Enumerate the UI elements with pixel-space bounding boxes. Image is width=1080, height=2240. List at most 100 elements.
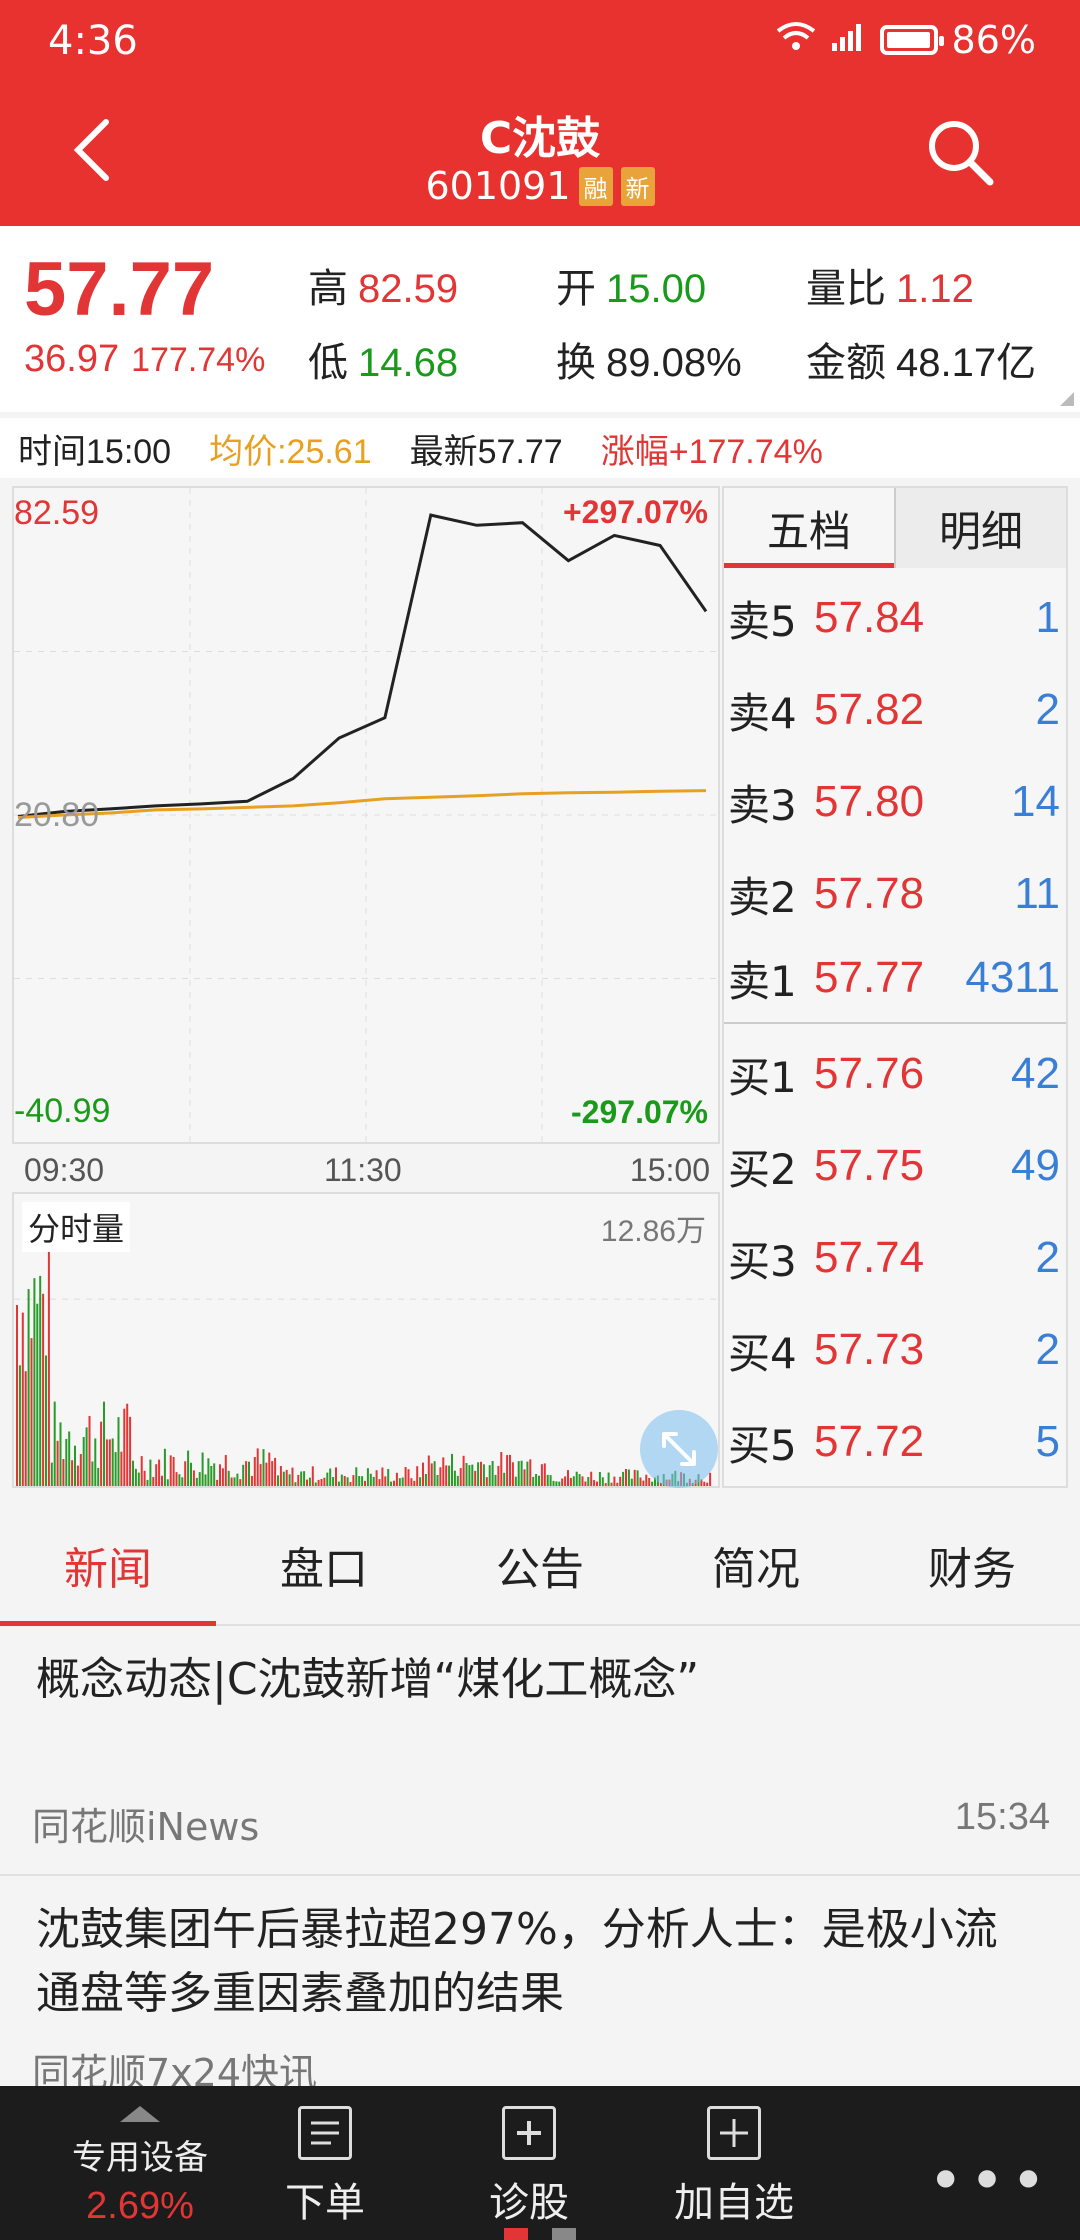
tab-handicap[interactable]: 盘口: [216, 1506, 432, 1624]
intraday-chart[interactable]: 82.59 +297.07% 20.80 -40.99 -297.07%: [12, 486, 720, 1144]
volume-bar: [453, 1470, 456, 1486]
more-icon[interactable]: •••: [928, 2146, 1052, 2216]
sell-row-5[interactable]: 卖5 57.84 1: [724, 572, 1066, 664]
info-rise: 涨幅+177.74%: [600, 432, 823, 471]
volume-bar: [219, 1464, 221, 1486]
volume-bar: [274, 1457, 277, 1486]
volume-bar: [503, 1472, 506, 1486]
volume-bar: [410, 1478, 413, 1486]
search-icon: [929, 121, 994, 186]
add-watchlist-button[interactable]: 加自选: [664, 2086, 804, 2240]
volume-bar: [398, 1478, 401, 1486]
tab-news[interactable]: 新闻: [0, 1506, 216, 1626]
volume-bar: [224, 1455, 227, 1486]
news-item[interactable]: 沈鼓集团午后暴拉超297%，分析人士：是极小流通盘等多重因素叠加的结果 同花顺7…: [0, 1876, 1080, 2095]
volume-bar: [529, 1459, 532, 1486]
buy-row-4[interactable]: 买4 57.73 2: [724, 1304, 1066, 1396]
volume-bar: [36, 1303, 39, 1486]
volume-bar: [364, 1480, 366, 1486]
volume-bar: [172, 1457, 175, 1486]
volume-bar: [543, 1463, 546, 1486]
diagnose-button[interactable]: 诊股: [474, 2086, 584, 2240]
sell-row-3[interactable]: 卖3 57.80 14: [724, 756, 1066, 848]
volume-bar: [323, 1477, 326, 1486]
volume-bar: [146, 1479, 149, 1486]
medical-kit-icon: [502, 2106, 556, 2160]
order-button[interactable]: 下单: [270, 2086, 380, 2240]
sell-row-1[interactable]: 卖1 57.77 4311: [724, 932, 1066, 1024]
volume-bar: [497, 1465, 500, 1486]
volume-bar: [480, 1461, 482, 1486]
volume-bar: [245, 1461, 248, 1486]
volume-bar: [134, 1468, 137, 1486]
add-label: 加自选: [674, 2180, 794, 2226]
time-axis: 09:30 11:30 15:00: [12, 1146, 720, 1192]
volume-bar: [471, 1464, 474, 1486]
volume-bar: [346, 1477, 349, 1486]
search-button[interactable]: [920, 112, 1000, 192]
volume-bar: [192, 1470, 195, 1486]
low-value: 14.68: [358, 341, 459, 385]
volume-bar: [45, 1355, 47, 1486]
volume-bar: [184, 1461, 187, 1486]
info-avg-price: 均价:25.61: [209, 432, 372, 471]
tab-five-levels[interactable]: 五档: [724, 488, 894, 568]
volume-bar: [79, 1454, 82, 1486]
turnover-value: 89.08%: [606, 341, 742, 385]
volume-bar: [236, 1473, 239, 1486]
volume-bar: [465, 1463, 468, 1486]
volume-bar: [71, 1460, 74, 1486]
tab-announcements[interactable]: 公告: [432, 1506, 648, 1624]
volume-bar: [485, 1477, 488, 1486]
volume-bar: [103, 1401, 105, 1486]
volume-bar: [300, 1471, 303, 1486]
volume-bar: [282, 1471, 285, 1486]
volume-bar: [271, 1461, 274, 1486]
volume-bar: [248, 1461, 250, 1486]
volume-bar: [404, 1467, 407, 1486]
volume-bar: [21, 1312, 24, 1486]
sector-button[interactable]: 专用设备 2.69%: [40, 2086, 240, 2240]
volume-bar: [372, 1477, 375, 1486]
tab-financials[interactable]: 财务: [864, 1506, 1080, 1624]
volume-chart[interactable]: 分时量 12.86万: [12, 1192, 720, 1488]
buy-row-3[interactable]: 买3 57.74 2: [724, 1212, 1066, 1304]
volume-bar: [311, 1466, 314, 1486]
volume-bar: [230, 1477, 233, 1486]
news-item[interactable]: 概念动态|C沈鼓新增“煤化工概念” 同花顺iNews 15:34: [0, 1626, 1080, 1876]
volume-bar: [340, 1474, 343, 1486]
volume-bar: [285, 1469, 288, 1486]
sell-row-4[interactable]: 卖4 57.82 2: [724, 664, 1066, 756]
volume-bar: [590, 1471, 593, 1486]
volume-bar: [607, 1472, 610, 1486]
volume-bar: [277, 1475, 279, 1486]
tab-profile[interactable]: 简况: [648, 1506, 864, 1624]
news-source: 同花顺iNews: [32, 1805, 260, 1849]
volume-bar: [349, 1482, 352, 1486]
buy-row-5[interactable]: 买5 57.72 5: [724, 1396, 1066, 1488]
volume-bar: [126, 1403, 129, 1486]
volume-bar: [413, 1480, 416, 1486]
time-mid: 11:30: [324, 1152, 402, 1188]
volume-bar: [82, 1437, 85, 1486]
volume-bar: [207, 1458, 210, 1486]
document-icon: [298, 2106, 352, 2160]
volume-bar: [195, 1477, 198, 1486]
volume-bar: [53, 1401, 56, 1486]
fullscreen-button[interactable]: [640, 1410, 718, 1488]
buy-row-1[interactable]: 买1 57.76 42: [724, 1028, 1066, 1120]
sell-row-2[interactable]: 卖2 57.78 11: [724, 848, 1066, 940]
volume-bar: [488, 1465, 491, 1486]
tab-details[interactable]: 明细: [894, 488, 1066, 568]
volume-bar: [62, 1459, 65, 1486]
volume-bar: [308, 1477, 311, 1486]
quote-panel[interactable]: 57.77 36.97 177.74% 高 82.59 低 14.68 开 15.00 …: [0, 226, 1080, 412]
high-value: 82.59: [358, 267, 459, 311]
volume-bar: [242, 1464, 245, 1486]
volume-bar: [613, 1476, 616, 1486]
buy-row-2[interactable]: 买2 57.75 49: [724, 1120, 1066, 1212]
volume-bar: [317, 1479, 320, 1486]
expand-corner-icon[interactable]: [1060, 392, 1074, 406]
volume-bar: [56, 1440, 59, 1486]
volume-bar: [538, 1475, 540, 1486]
